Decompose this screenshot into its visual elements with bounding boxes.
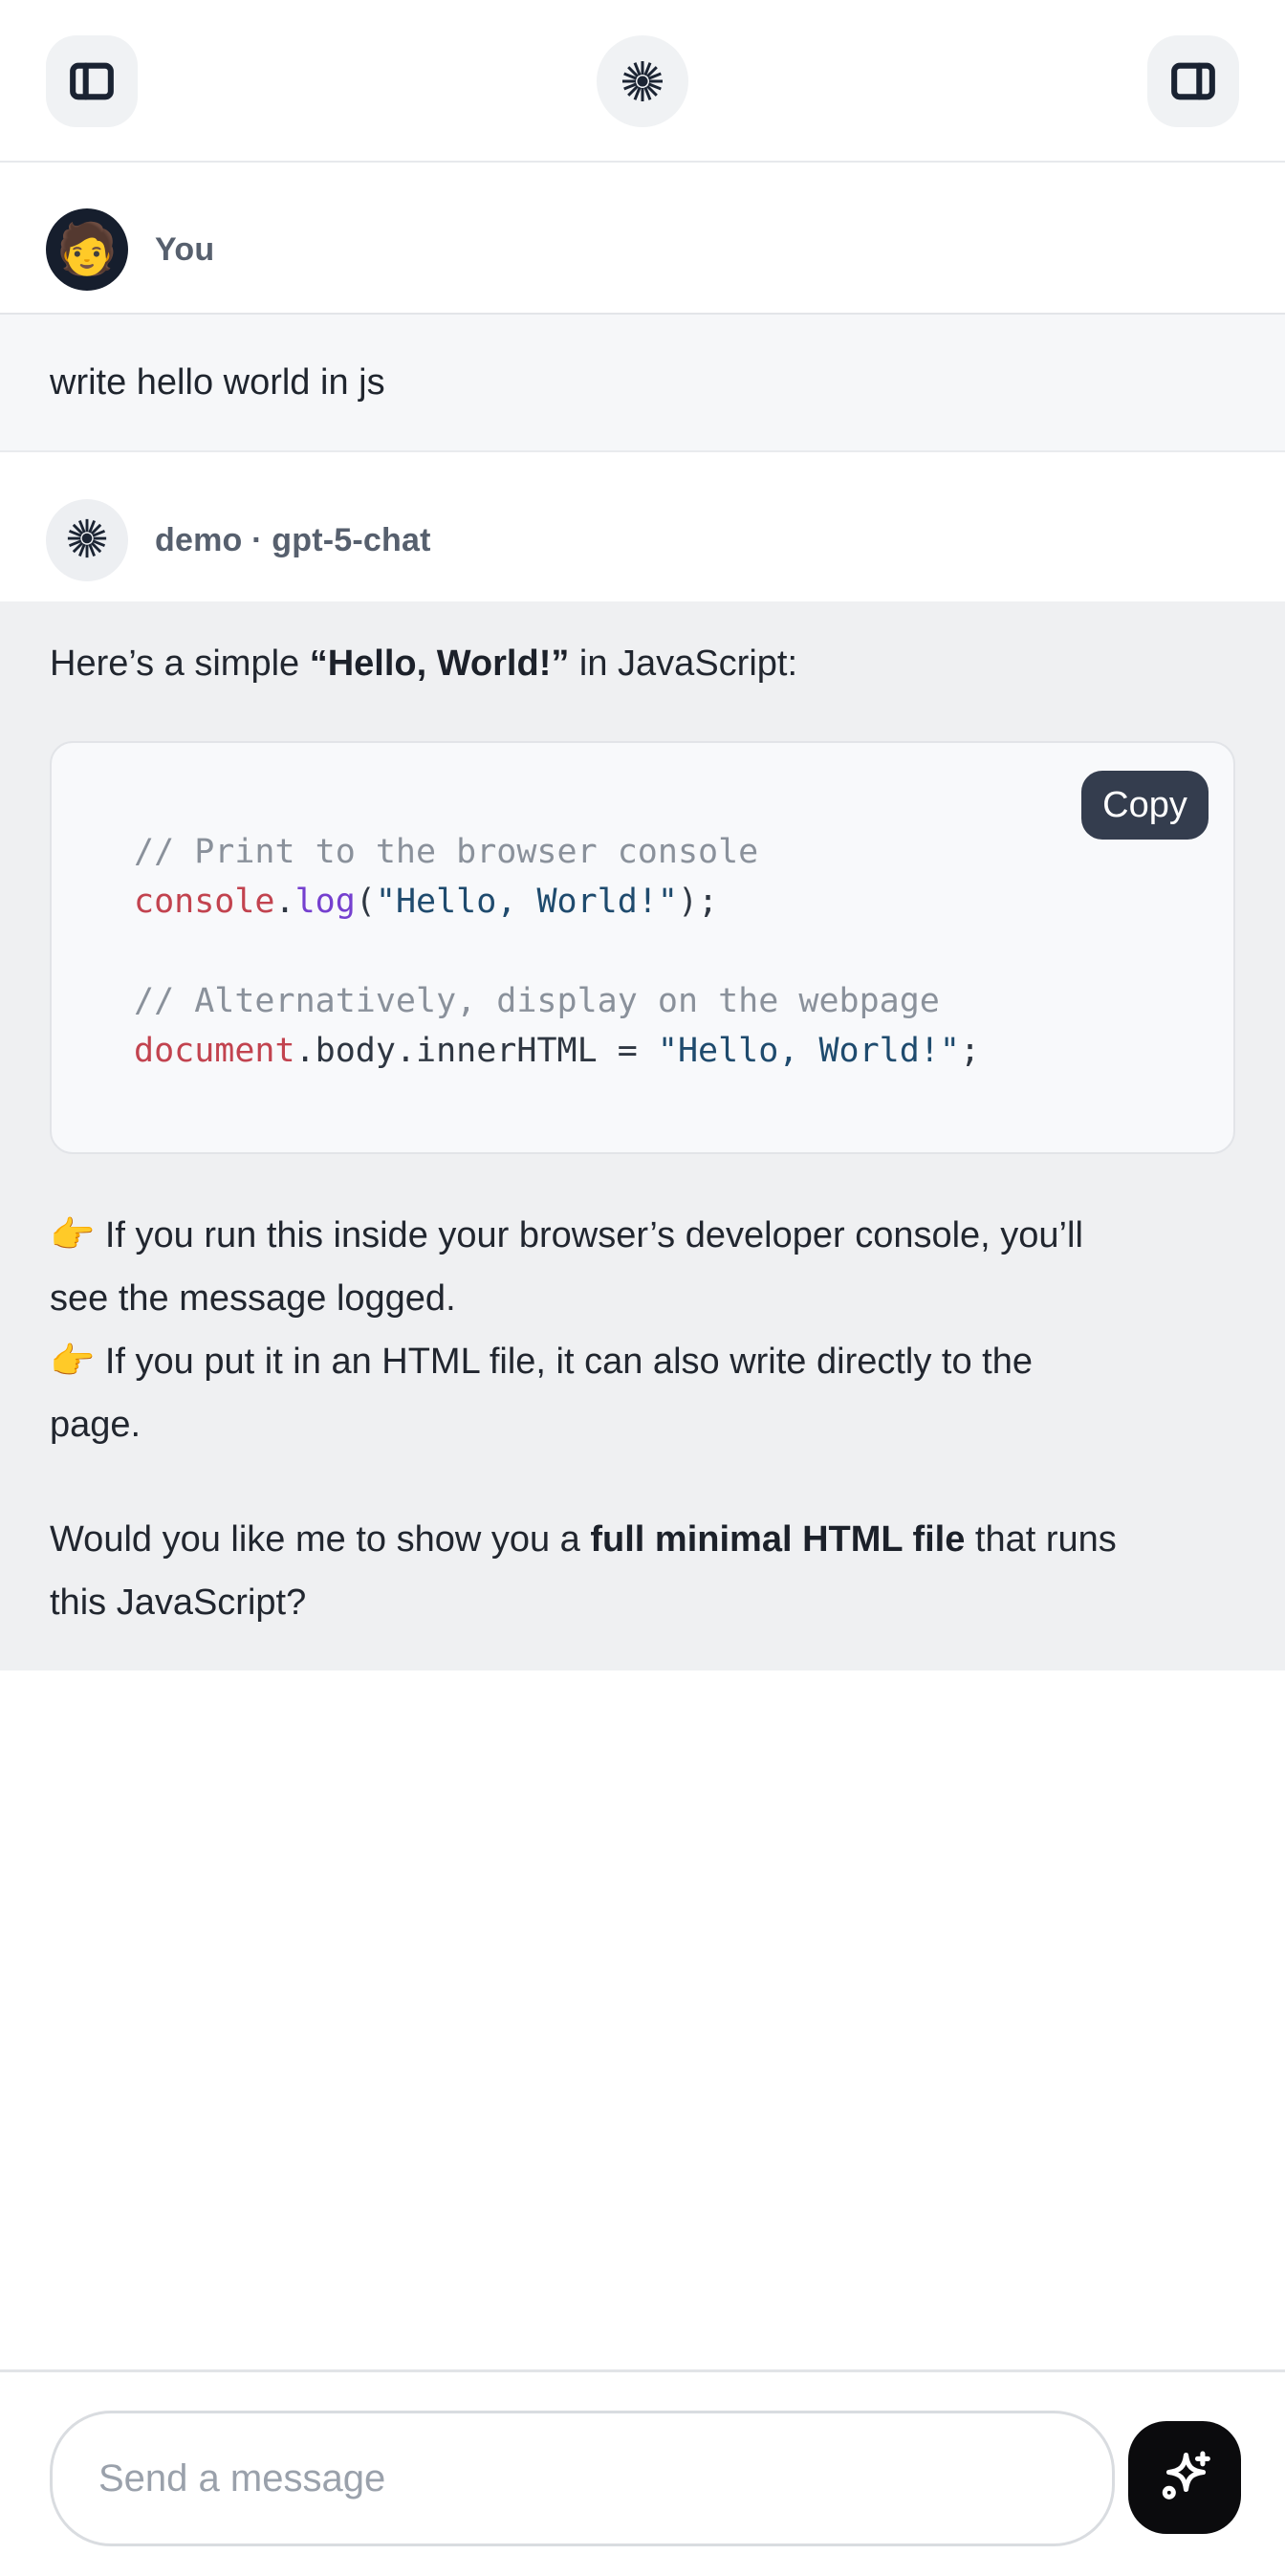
code-token-plain: .body.innerHTML = xyxy=(295,1032,658,1070)
code-line: console.log("Hello, World!"); xyxy=(134,877,1195,927)
code-token-string: "Hello, World!" xyxy=(658,1032,960,1070)
code-line: // Alternatively, display on the webpage xyxy=(134,976,1195,1026)
code-line: document.body.innerHTML = "Hello, World!… xyxy=(134,1026,1195,1076)
intro-post: in JavaScript: xyxy=(569,644,797,684)
user-avatar: 🧑 xyxy=(46,208,128,291)
assistant-followup-paragraph: Would you like me to show you a full min… xyxy=(50,1508,1235,1634)
code-line: // Print to the browser console xyxy=(134,827,1195,877)
code-token-comment: // Print to the browser console xyxy=(134,833,758,871)
code-token-purple: log xyxy=(295,883,356,921)
panel-right-icon xyxy=(1166,55,1220,108)
assistant-tips-paragraph: 👉 If you run this inside your browser’s … xyxy=(50,1204,1235,1456)
sidebar-toggle-button[interactable] xyxy=(46,35,138,127)
copy-code-button[interactable]: Copy xyxy=(1081,771,1209,840)
assistant-message-band: Here’s a simple “Hello, World!” in JavaS… xyxy=(0,601,1285,1670)
code-token-plain: ( xyxy=(356,883,376,921)
code-token-comment: // Alternatively, display on the webpage xyxy=(134,982,940,1020)
code-token-string: "Hello, World!" xyxy=(376,883,678,921)
top-bar xyxy=(0,0,1285,163)
intro-bold: “Hello, World!” xyxy=(310,644,570,684)
right-panel-toggle-button[interactable] xyxy=(1147,35,1239,127)
code-token-plain: ; xyxy=(960,1032,980,1070)
followup-pre: Would you like me to show you a xyxy=(50,1519,590,1560)
chat-scroll-area[interactable]: 🧑 You write hello world in js xyxy=(0,164,1285,2369)
code-line xyxy=(134,927,1195,976)
code-block: Copy // Print to the browser console cons… xyxy=(50,741,1235,1154)
message-input[interactable] xyxy=(50,2411,1115,2546)
assistant-speaker-row: demo · gpt-5-chat xyxy=(46,499,1285,581)
model-burst-button[interactable] xyxy=(597,35,688,127)
user-message-text: write hello world in js xyxy=(50,351,385,414)
user-message-band: write hello world in js xyxy=(0,313,1285,452)
burst-icon xyxy=(620,58,665,104)
user-avatar-emoji: 🧑 xyxy=(56,225,119,274)
assistant-burst-icon xyxy=(65,516,109,565)
assistant-avatar xyxy=(46,499,128,581)
user-speaker-row: 🧑 You xyxy=(46,208,1285,291)
followup-bold: full minimal HTML file xyxy=(590,1519,965,1560)
code-token-plain: . xyxy=(275,883,295,921)
assistant-intro-paragraph: Here’s a simple “Hello, World!” in JavaS… xyxy=(50,632,1235,695)
code-token-red: console xyxy=(134,883,275,921)
code-lines: // Print to the browser console console.l… xyxy=(134,827,1195,1076)
intro-pre: Here’s a simple xyxy=(50,644,310,684)
panel-left-icon xyxy=(65,55,119,108)
sparkles-icon xyxy=(1150,2442,1219,2514)
code-token-red: document xyxy=(134,1032,295,1070)
send-button[interactable] xyxy=(1128,2421,1241,2534)
composer-bar xyxy=(0,2369,1285,2576)
user-name-label: You xyxy=(155,231,214,269)
code-token-plain: ); xyxy=(678,883,718,921)
assistant-name-label: demo · gpt-5-chat xyxy=(155,522,431,559)
